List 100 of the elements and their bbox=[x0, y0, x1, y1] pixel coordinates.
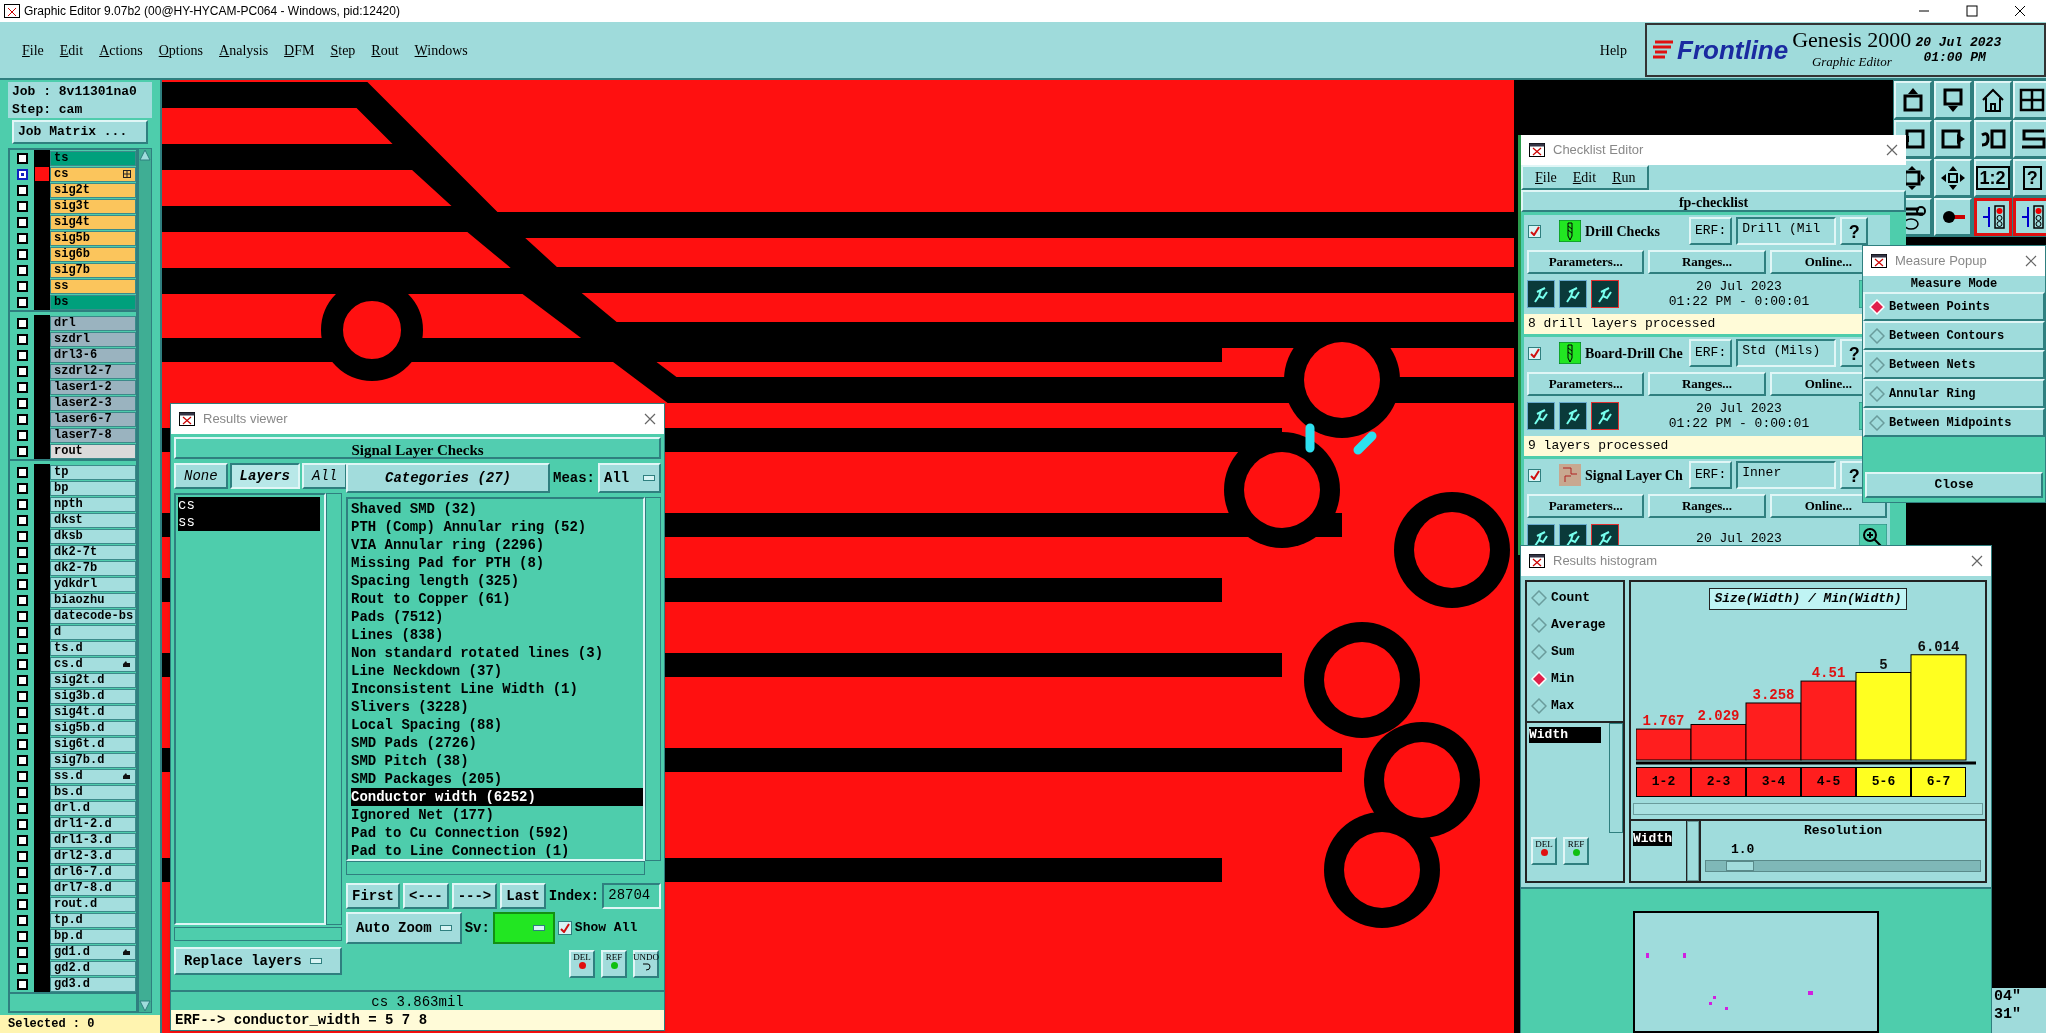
navigation-button[interactable]: ---> bbox=[451, 883, 498, 909]
layer-item[interactable]: ss.d bbox=[50, 768, 136, 784]
layer-item[interactable]: sig6b bbox=[50, 246, 136, 262]
layer-checkbox[interactable] bbox=[16, 978, 28, 990]
horizontal-scrollbar[interactable] bbox=[174, 927, 342, 941]
layer-checkbox[interactable] bbox=[16, 962, 28, 974]
layer-item[interactable]: drl2-3.d bbox=[50, 848, 136, 864]
layer-checkbox[interactable] bbox=[16, 333, 28, 345]
category-item[interactable]: Inconsistent Line Width (1) bbox=[351, 680, 643, 698]
close-button[interactable]: Close bbox=[1865, 472, 2043, 498]
toolbar-button[interactable] bbox=[1973, 198, 2012, 236]
layer-checkbox[interactable] bbox=[16, 626, 28, 638]
layer-item[interactable]: sig7b bbox=[50, 262, 136, 278]
layer-checkbox[interactable] bbox=[16, 530, 28, 542]
layer-checkbox[interactable] bbox=[16, 594, 28, 606]
vertical-scrollbar[interactable] bbox=[138, 148, 152, 1013]
layer-checkbox[interactable] bbox=[16, 802, 28, 814]
mode-option-label[interactable]: Count bbox=[1551, 587, 1590, 608]
menu-item[interactable]: Actions bbox=[99, 39, 143, 61]
toolbar-button[interactable]: ? bbox=[2013, 159, 2046, 197]
menu-item[interactable]: File bbox=[22, 39, 44, 61]
check-enabled-checkbox[interactable] bbox=[1528, 346, 1541, 360]
run-figure-icon[interactable] bbox=[1527, 402, 1555, 430]
layer-item[interactable]: cs.d bbox=[50, 656, 136, 672]
layer-checkbox[interactable] bbox=[16, 642, 28, 654]
check-option-button[interactable]: Parameters... bbox=[1527, 494, 1645, 518]
show-all-checkbox[interactable] bbox=[557, 921, 572, 935]
layer-item[interactable]: tp.d bbox=[50, 912, 136, 928]
category-item[interactable]: Spacing length (325) bbox=[351, 572, 643, 590]
layer-filter-button[interactable]: Layers bbox=[229, 463, 301, 489]
color-dropdown[interactable] bbox=[492, 912, 555, 944]
ref-button[interactable]: REF bbox=[601, 950, 627, 978]
menu-item[interactable]: Options bbox=[158, 39, 204, 61]
measure-mode-option[interactable]: Between Midpoints bbox=[1863, 408, 2045, 437]
radio-icon[interactable] bbox=[1531, 589, 1547, 606]
layer-item[interactable]: datecode-bs bbox=[50, 608, 136, 624]
mode-option-label[interactable]: Min bbox=[1551, 668, 1575, 689]
check-option-button[interactable]: Parameters... bbox=[1527, 372, 1645, 396]
layer-checkbox[interactable] bbox=[16, 706, 28, 718]
category-item[interactable]: Lines (838) bbox=[351, 626, 643, 644]
layer-item[interactable]: bp.d bbox=[50, 928, 136, 944]
maximize-icon[interactable] bbox=[1966, 5, 1978, 17]
check-option-button[interactable]: Ranges... bbox=[1648, 250, 1766, 274]
layer-checkbox[interactable] bbox=[16, 381, 28, 393]
radio-selected-icon[interactable] bbox=[1869, 298, 1885, 315]
layer-checkbox[interactable] bbox=[16, 280, 28, 292]
layer-item[interactable]: sig7b.d bbox=[50, 752, 136, 768]
layer-checkbox[interactable] bbox=[16, 482, 28, 494]
layer-checkbox[interactable] bbox=[16, 200, 28, 212]
mode-option-label[interactable]: Max bbox=[1551, 695, 1575, 716]
erf-field[interactable]: Drill (Mil bbox=[1736, 217, 1837, 245]
layer-checkbox[interactable] bbox=[16, 397, 28, 409]
layer-item[interactable]: drl1-3.d bbox=[50, 832, 136, 848]
layer-checkbox[interactable] bbox=[16, 317, 28, 329]
field-list-item[interactable]: Width bbox=[1529, 727, 1601, 743]
layer-checkbox[interactable] bbox=[16, 786, 28, 798]
layer-item[interactable]: drl7-8.d bbox=[50, 880, 136, 896]
job-matrix-button[interactable]: Job Matrix ... bbox=[12, 120, 148, 144]
layer-item[interactable]: laser1-2 bbox=[50, 379, 136, 395]
erf-button[interactable]: ERF: bbox=[1689, 217, 1733, 245]
layer-checkbox[interactable] bbox=[16, 818, 28, 830]
layer-checkbox[interactable] bbox=[16, 168, 28, 180]
category-item[interactable]: Ignored Net (177) bbox=[351, 806, 643, 824]
layer-checkbox[interactable] bbox=[16, 152, 28, 164]
layer-checkbox[interactable] bbox=[16, 365, 28, 377]
navigation-button[interactable]: First bbox=[346, 883, 400, 909]
layer-item[interactable]: ts.d bbox=[50, 640, 136, 656]
check-option-button[interactable]: Parameters... bbox=[1527, 250, 1645, 274]
layer-item[interactable]: sig3t bbox=[50, 198, 136, 214]
help-menu-item[interactable]: Help bbox=[1599, 39, 1627, 61]
measure-mode-option[interactable]: Annular Ring bbox=[1863, 379, 2045, 408]
layer-item[interactable]: sig4t.d bbox=[50, 704, 136, 720]
layer-item[interactable]: dk2-7t bbox=[50, 544, 136, 560]
layer-item[interactable]: sig2t.d bbox=[50, 672, 136, 688]
layer-checkbox[interactable] bbox=[16, 413, 28, 425]
category-item[interactable]: SMD Pitch (38) bbox=[351, 752, 643, 770]
layer-checkbox[interactable] bbox=[16, 514, 28, 526]
layer-item[interactable]: laser2-3 bbox=[50, 395, 136, 411]
layer-checkbox[interactable] bbox=[16, 498, 28, 510]
run-figure-icon[interactable] bbox=[1559, 280, 1587, 308]
check-option-button[interactable]: Ranges... bbox=[1648, 494, 1766, 518]
category-item[interactable]: Missing Pad for PTH (8) bbox=[351, 554, 643, 572]
layer-item[interactable]: d bbox=[50, 624, 136, 640]
layer-item[interactable]: drl bbox=[50, 315, 136, 331]
radio-icon[interactable] bbox=[1869, 327, 1885, 344]
layer-checkbox[interactable] bbox=[16, 850, 28, 862]
mode-option-label[interactable]: Average bbox=[1551, 614, 1606, 635]
toolbar-button[interactable] bbox=[2013, 198, 2046, 236]
menu-item[interactable]: DFM bbox=[284, 39, 315, 61]
layer-checkbox[interactable] bbox=[16, 658, 28, 670]
layer-checkbox[interactable] bbox=[16, 738, 28, 750]
menu-item[interactable]: Edit bbox=[59, 39, 84, 61]
layer-checkbox[interactable] bbox=[16, 562, 28, 574]
category-item[interactable]: VIA Annular ring (2296) bbox=[351, 536, 643, 554]
layer-item[interactable]: laser7-8 bbox=[50, 427, 136, 443]
erf-field[interactable]: Inner bbox=[1736, 461, 1837, 489]
layer-checkbox[interactable] bbox=[16, 690, 28, 702]
slider-thumb[interactable] bbox=[1726, 860, 1754, 871]
categories-button[interactable]: Categories (27) bbox=[346, 463, 550, 493]
layer-item[interactable]: gd1.d bbox=[50, 944, 136, 960]
